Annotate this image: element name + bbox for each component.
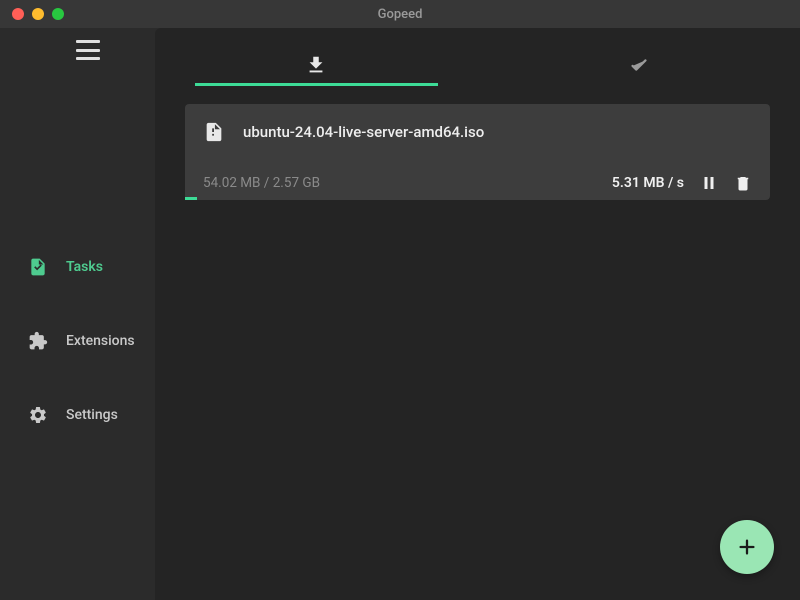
sidebar-item-label: Settings <box>66 407 118 423</box>
maximize-window-button[interactable] <box>52 8 64 20</box>
tasks-icon <box>28 257 48 277</box>
download-icon <box>305 54 327 76</box>
tab-completed[interactable] <box>518 46 761 86</box>
task-speed: 5.31 MB / s <box>612 175 684 191</box>
sidebar-item-extensions[interactable]: Extensions <box>0 319 155 363</box>
task-filename: ubuntu-24.04-live-server-amd64.iso <box>243 123 484 141</box>
sidebar-item-settings[interactable]: Settings <box>0 393 155 437</box>
minimize-window-button[interactable] <box>32 8 44 20</box>
main-panel: ubuntu-24.04-live-server-amd64.iso 54.02… <box>155 28 800 600</box>
delete-button[interactable] <box>734 174 752 192</box>
window-controls <box>0 8 64 20</box>
file-archive-icon <box>203 118 225 146</box>
tab-bar <box>155 46 800 86</box>
window-title: Gopeed <box>378 7 423 22</box>
task-progress-bar <box>185 197 197 200</box>
check-icon <box>628 54 650 76</box>
task-list: ubuntu-24.04-live-server-amd64.iso 54.02… <box>155 86 800 218</box>
task-progress-text: 54.02 MB / 2.57 GB <box>203 175 320 191</box>
sidebar: Tasks Extensions Settings <box>0 28 155 600</box>
extension-icon <box>28 331 48 351</box>
sidebar-item-label: Extensions <box>66 333 135 349</box>
task-card[interactable]: ubuntu-24.04-live-server-amd64.iso 54.02… <box>185 104 770 200</box>
gear-icon <box>28 405 48 425</box>
sidebar-item-tasks[interactable]: Tasks <box>0 245 155 289</box>
pause-button[interactable] <box>700 174 718 192</box>
menu-toggle-button[interactable] <box>76 40 100 60</box>
titlebar: Gopeed <box>0 0 800 28</box>
tab-downloading[interactable] <box>195 46 438 86</box>
plus-icon <box>736 536 758 558</box>
close-window-button[interactable] <box>12 8 24 20</box>
sidebar-item-label: Tasks <box>66 259 103 275</box>
add-task-button[interactable] <box>720 520 774 574</box>
